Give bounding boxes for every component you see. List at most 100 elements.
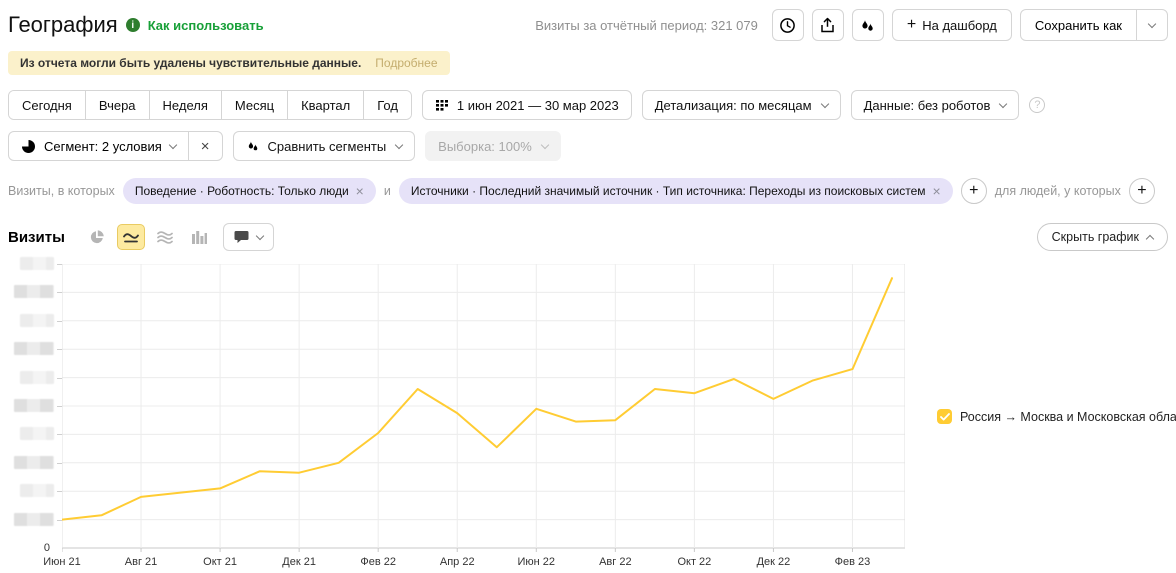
how-to-use-link[interactable]: Как использовать bbox=[148, 18, 264, 33]
banner-text: Из отчета могли быть удалены чувствитель… bbox=[20, 56, 361, 70]
y-axis-redacted-label bbox=[20, 314, 54, 327]
save-as-label[interactable]: Сохранить как bbox=[1021, 10, 1136, 40]
x-axis-tick-label: Апр 22 bbox=[440, 556, 475, 568]
preset-month-button[interactable]: Месяц bbox=[221, 91, 287, 119]
question-circle-icon[interactable]: ? bbox=[1029, 97, 1045, 113]
banner-details-link[interactable]: Подробнее bbox=[375, 56, 437, 70]
filter-prefix-label: Визиты, в которых bbox=[8, 184, 115, 198]
sensitive-data-banner: Из отчета могли быть удалены чувствитель… bbox=[8, 51, 450, 75]
hide-chart-label: Скрыть график bbox=[1052, 230, 1139, 244]
droplets-icon bbox=[246, 139, 260, 153]
chart-legend: Россия → Москва и Московская область bbox=[905, 264, 1168, 573]
y-axis-redacted-label bbox=[14, 513, 54, 526]
preset-week-button[interactable]: Неделя bbox=[149, 91, 221, 119]
chart-header: Визиты Скрыть график bbox=[8, 223, 1168, 251]
chevron-down-icon bbox=[395, 140, 403, 148]
segment-label: Сегмент: 2 условия bbox=[44, 139, 162, 154]
y-axis-redacted-label bbox=[20, 257, 54, 270]
preset-year-button[interactable]: Год bbox=[363, 91, 411, 119]
visits-period-summary: Визиты за отчётный период: 321 079 bbox=[535, 18, 758, 33]
compare-segments-select[interactable]: Сравнить сегменты bbox=[233, 131, 416, 161]
pie-segment-icon bbox=[21, 139, 36, 154]
preset-yesterday-button[interactable]: Вчера bbox=[85, 91, 149, 119]
sampling-label: Выборка: 100% bbox=[438, 139, 532, 154]
segment-clear-button[interactable]: × bbox=[188, 132, 222, 160]
date-preset-group: Сегодня Вчера Неделя Месяц Квартал Год bbox=[8, 90, 412, 120]
column-chart-icon[interactable] bbox=[185, 224, 213, 250]
comment-bubble-icon bbox=[234, 230, 249, 244]
x-axis-tick-label: Дек 22 bbox=[757, 556, 791, 568]
hide-chart-button[interactable]: Скрыть график bbox=[1037, 223, 1168, 251]
line-chart-icon[interactable] bbox=[117, 224, 145, 250]
remove-filter-icon[interactable]: × bbox=[933, 184, 941, 198]
filter-chip-label: Поведение · Роботность: Только люди bbox=[135, 184, 349, 198]
sampling-select[interactable]: Выборка: 100% bbox=[425, 131, 561, 161]
compare-segments-button[interactable] bbox=[852, 9, 884, 41]
x-axis-tick-label: Авг 21 bbox=[125, 556, 157, 568]
remove-filter-icon[interactable]: × bbox=[356, 184, 364, 198]
check-icon bbox=[940, 413, 950, 421]
chart-section: 0 Июн 21Авг 21Окт 21Дек 21Фев 22Апр 22Ию… bbox=[8, 264, 1168, 573]
x-axis-tick-label: Дек 21 bbox=[282, 556, 316, 568]
chevron-down-icon bbox=[169, 140, 177, 148]
pie-chart-icon[interactable] bbox=[83, 224, 111, 250]
y-axis-redacted-label bbox=[20, 484, 54, 497]
segment-control: Сегмент: 2 условия × bbox=[8, 131, 223, 161]
y-axis-redacted-label bbox=[14, 342, 54, 355]
x-axis-tick-label: Фев 22 bbox=[360, 556, 396, 568]
info-icon: i bbox=[126, 18, 140, 32]
chevron-up-icon bbox=[1146, 234, 1154, 242]
legend-label: Россия → Москва и Московская область bbox=[960, 410, 1176, 424]
filter-chip-robots[interactable]: Поведение · Роботность: Только люди × bbox=[123, 178, 376, 204]
y-axis-redacted-label bbox=[14, 285, 54, 298]
y-axis-redacted-label bbox=[20, 371, 54, 384]
data-filter-select[interactable]: Данные: без роботов bbox=[851, 90, 1020, 120]
chart-type-switcher bbox=[83, 224, 213, 250]
filter-suffix-label: для людей, у которых bbox=[995, 184, 1121, 198]
save-as-menu-button[interactable] bbox=[1136, 10, 1167, 40]
preset-quarter-button[interactable]: Квартал bbox=[287, 91, 363, 119]
filter-chip-source[interactable]: Источники · Последний значимый источник … bbox=[399, 178, 953, 204]
page-title: География bbox=[8, 12, 118, 38]
plus-icon: + bbox=[907, 17, 916, 33]
filter-chip-label: Источники · Последний значимый источник … bbox=[411, 184, 926, 198]
x-axis-tick-label: Июн 22 bbox=[518, 556, 556, 568]
add-people-condition-button[interactable]: + bbox=[1129, 178, 1155, 204]
period-toolbar: Сегодня Вчера Неделя Месяц Квартал Год 1… bbox=[8, 90, 1168, 120]
chart-plot-area[interactable]: Июн 21Авг 21Окт 21Дек 21Фев 22Апр 22Июн … bbox=[62, 264, 905, 573]
data-filter-label: Данные: без роботов bbox=[864, 98, 991, 113]
legend-item[interactable]: Россия → Москва и Московская область bbox=[937, 409, 1176, 424]
add-to-dashboard-label: На дашборд bbox=[922, 18, 997, 33]
preset-today-button[interactable]: Сегодня bbox=[9, 91, 85, 119]
calendar-grid-icon bbox=[435, 98, 449, 112]
history-button[interactable] bbox=[772, 9, 804, 41]
x-axis-tick-label: Июн 21 bbox=[43, 556, 81, 568]
clock-icon bbox=[779, 17, 796, 34]
export-icon bbox=[819, 17, 836, 34]
chevron-down-icon bbox=[1148, 19, 1156, 27]
annotations-button[interactable] bbox=[223, 223, 274, 251]
metric-label: Визиты bbox=[8, 229, 65, 246]
chevron-down-icon bbox=[999, 99, 1007, 107]
x-axis-tick-label: Фев 23 bbox=[835, 556, 871, 568]
segment-select[interactable]: Сегмент: 2 условия bbox=[9, 132, 188, 160]
y-axis-redacted-label bbox=[14, 456, 54, 469]
chevron-down-icon bbox=[541, 140, 549, 148]
chevron-down-icon bbox=[256, 231, 264, 239]
report-header: География i Как использовать Визиты за о… bbox=[8, 8, 1168, 42]
visits-series-line[interactable] bbox=[62, 278, 892, 519]
granularity-label: Детализация: по месяцам bbox=[655, 98, 812, 113]
export-button[interactable] bbox=[812, 9, 844, 41]
x-axis-tick-label: Окт 21 bbox=[203, 556, 237, 568]
stacked-area-icon[interactable] bbox=[151, 224, 179, 250]
y-axis-redacted-label bbox=[14, 399, 54, 412]
add-visit-condition-button[interactable]: + bbox=[961, 178, 987, 204]
add-to-dashboard-button[interactable]: + На дашборд bbox=[892, 9, 1012, 41]
visits-line-chart[interactable] bbox=[62, 264, 905, 554]
legend-checkbox[interactable] bbox=[937, 409, 952, 424]
save-as-button[interactable]: Сохранить как bbox=[1020, 9, 1168, 41]
granularity-select[interactable]: Детализация: по месяцам bbox=[642, 90, 841, 120]
date-range-button[interactable]: 1 июн 2021 — 30 мар 2023 bbox=[422, 90, 632, 120]
chevron-down-icon bbox=[820, 99, 828, 107]
date-range-label: 1 июн 2021 — 30 мар 2023 bbox=[457, 98, 619, 113]
